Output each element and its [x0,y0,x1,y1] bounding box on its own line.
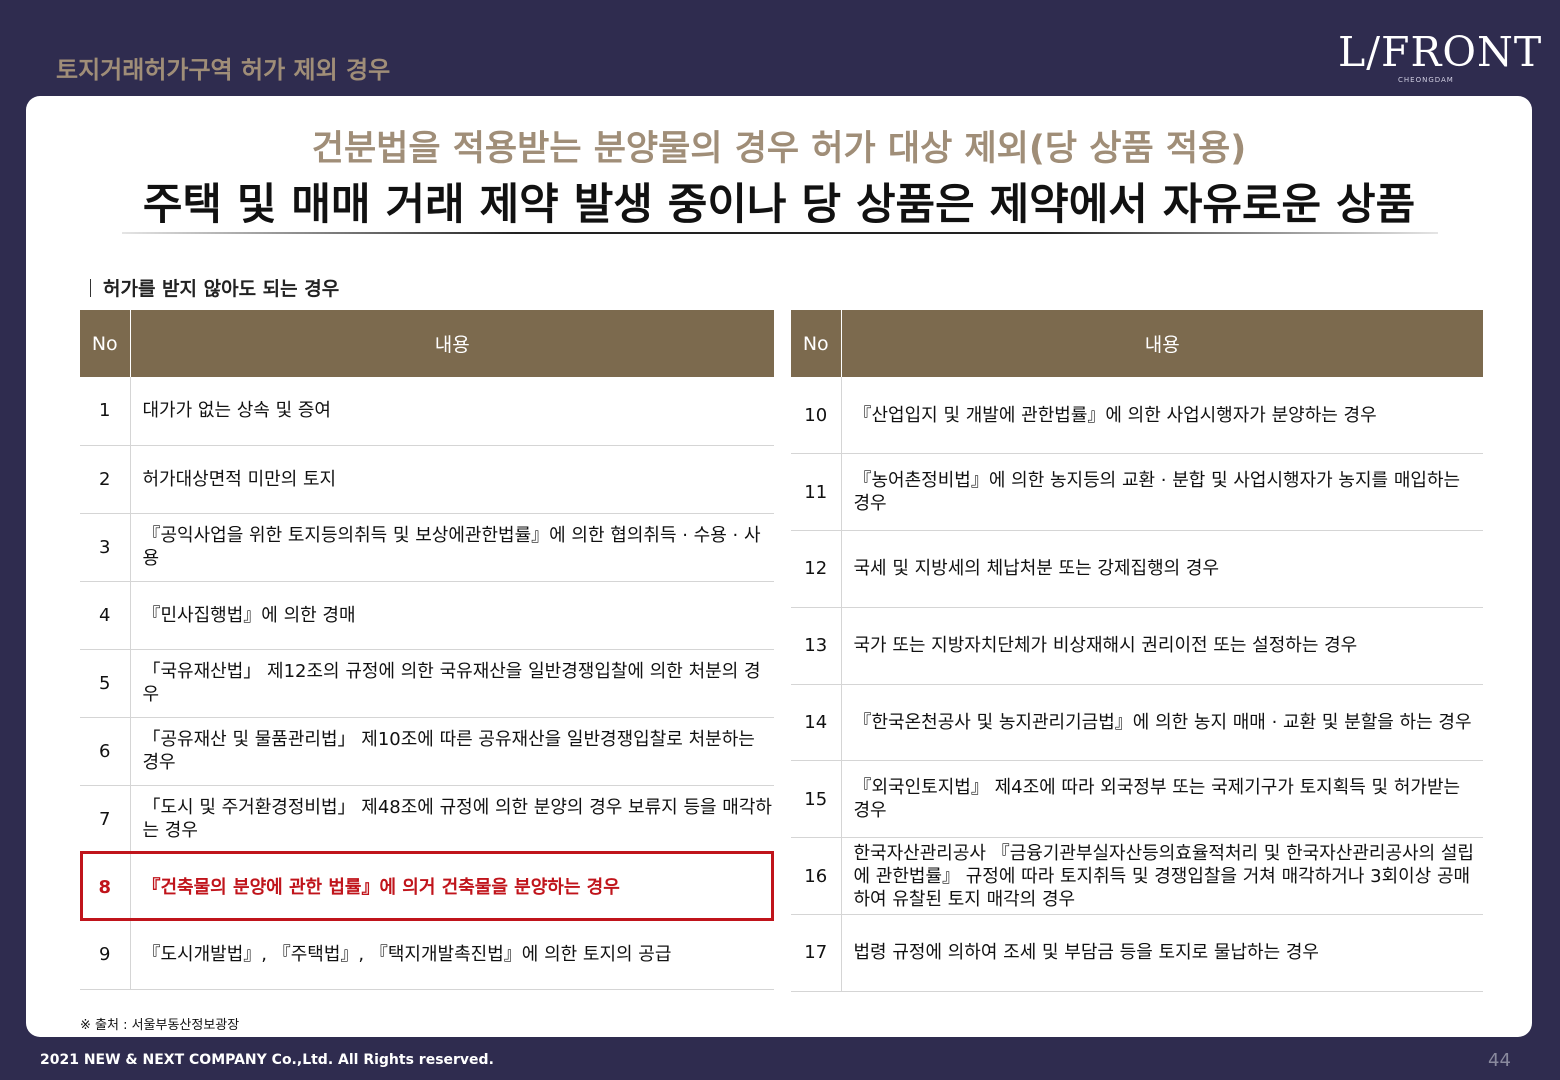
table-row: 5 「국유재산법」 제12조의 규정에 의한 국유재산을 일반경쟁입찰에 의한 처… [80,649,774,718]
row-content: 『건축물의 분양에 관한 법률』에 의거 건축물을 분양하는 경우 [142,876,620,898]
table-row: 6 「공유재산 및 물품관리법」 제10조에 따른 공유재산을 일반경쟁입찰로 처… [80,717,774,786]
header-no: No [80,310,131,377]
row-number: 5 [80,649,131,718]
row-content: 국가 또는 지방자치단체가 비상재해시 권리이전 또는 설정하는 경우 [841,607,1483,685]
brand-logo: L/FRONT CHEONGDAM [1338,28,1543,96]
table-row: 8 『건축물의 분양에 관한 법률』에 의거 건축물을 분양하는 경우 [80,853,774,921]
row-number: 17 [791,914,842,992]
row-content: 허가대상면적 미만의 토지 [130,445,774,514]
row-number: 15 [791,760,842,839]
row-number: 3 [80,513,131,582]
table-row: 10 『산업입지 및 개발에 관한법률』에 의한 사업시행자가 분양하는 경우 [791,377,1483,455]
table-header-row: No 내용 [791,310,1483,377]
row-number: 11 [791,453,842,532]
subtitle: 건분법을 적용받는 분양물의 경우 허가 대상 제외(당 상품 적용) [311,129,1247,169]
table-row: 16 한국자산관리공사 『금융기관부실자산등의효율적처리 및 한국자산관리공사의 … [791,837,1483,916]
logo-subtext: CHEONGDAM [1398,76,1454,84]
row-content: 「도시 및 주거환경정비법」 제48조에 규정에 의한 분양의 경우 보류지 등… [130,785,774,854]
row-content: 한국자산관리공사 『금융기관부실자산등의효율적처리 및 한국자산관리공사의 설립… [841,837,1483,916]
row-number: 1 [80,377,131,446]
table-row: 17 법령 규정에 의하여 조세 및 부담금 등을 토지로 물납하는 경우 [791,914,1483,992]
exemption-table-right: No 내용 10 『산업입지 및 개발에 관한법률』에 의한 사업시행자가 분양하… [791,310,1483,992]
table-row: 7 「도시 및 주거환경정비법」 제48조에 규정에 의한 분양의 경우 보류지 … [80,785,774,854]
table-row: 3 『공익사업을 위한 토지등의취득 및 보상에관한법률』에 의한 협의취득 · … [80,513,774,582]
table-section-label: 허가를 받지 않아도 되는 경우 [90,274,339,301]
table-row: 1 대가가 없는 상속 및 증여 [80,377,774,446]
row-number: 6 [80,717,131,786]
row-content: 『외국인토지법』 제4조에 따라 외국정부 또는 국제기구가 토지획득 및 허가… [841,760,1483,839]
table-header-row: No 내용 [80,310,774,377]
section-label-text: 허가를 받지 않아도 되는 경우 [103,278,340,300]
row-content: 『산업입지 및 개발에 관한법률』에 의한 사업시행자가 분양하는 경우 [841,377,1483,455]
row-content: 『공익사업을 위한 토지등의취득 및 보상에관한법률』에 의한 협의취득 · 수… [130,513,774,582]
table-row: 14 『한국온천공사 및 농지관리기금법』에 의한 농지 매매 · 교환 및 분할… [791,684,1483,762]
row-number: 9 [80,921,131,990]
section-title: 토지거래허가구역 허가 제외 경우 [56,56,391,84]
page-number: 44 [1488,1050,1511,1071]
label-bar [90,279,91,297]
row-number: 12 [791,530,842,608]
row-number: 2 [80,445,131,514]
table-row: 9 『도시개발법』, 『주택법』, 『택지개발촉진법』에 의한 토지의 공급 [80,921,774,990]
table-row: 11 『농어촌정비법』에 의한 농지등의 교환 · 분합 및 사업시행자가 농지를… [791,453,1483,532]
table-row: 13 국가 또는 지방자치단체가 비상재해시 권리이전 또는 설정하는 경우 [791,607,1483,685]
source-note: ※ 출처 : 서울부동산정보광장 [80,1018,240,1033]
row-content: 「공유재산 및 물품관리법」 제10조에 따른 공유재산을 일반경쟁입찰로 처분… [130,717,774,786]
row-number: 7 [80,785,131,854]
header-content: 내용 [130,310,774,377]
row-number: 14 [791,684,842,762]
logo-wordmark: L/FRONT [1338,28,1543,76]
row-content: 국세 및 지방세의 체납처분 또는 강제집행의 경우 [841,530,1483,608]
headline: 주택 및 매매 거래 제약 발생 중이나 당 상품은 제약에서 자유로운 상품 [142,180,1416,230]
content-card: 건분법을 적용받는 분양물의 경우 허가 대상 제외(당 상품 적용) 주택 및… [26,96,1532,1037]
row-number: 16 [791,837,842,916]
table-row: 4 『민사집행법』에 의한 경매 [80,581,774,650]
row-number: 13 [791,607,842,685]
table-row: 15 『외국인토지법』 제4조에 따라 외국정부 또는 국제기구가 토지획득 및 … [791,760,1483,839]
row-number: 4 [80,581,131,650]
row-content: 『민사집행법』에 의한 경매 [130,581,774,650]
row-number: 10 [791,377,842,455]
exemption-table-left: No 내용 1 대가가 없는 상속 및 증여 2 허가대상면적 미만의 토지 3 『공익사… [80,310,774,990]
table-row: 12 국세 및 지방세의 체납처분 또는 강제집행의 경우 [791,530,1483,608]
table-row: 2 허가대상면적 미만의 토지 [80,445,774,514]
row-content: 「국유재산법」 제12조의 규정에 의한 국유재산을 일반경쟁입찰에 의한 처분… [130,649,774,718]
row-content: 대가가 없는 상속 및 증여 [130,377,774,446]
row-content: 『한국온천공사 및 농지관리기금법』에 의한 농지 매매 · 교환 및 분할을 … [841,684,1483,762]
row-content: 『도시개발법』, 『주택법』, 『택지개발촉진법』에 의한 토지의 공급 [130,921,774,990]
row-number: 8 [80,853,131,921]
row-content: 『농어촌정비법』에 의한 농지등의 교환 · 분합 및 사업시행자가 농지를 매… [841,453,1483,532]
headline-divider [122,232,1438,234]
header-no: No [791,310,842,377]
header-content: 내용 [841,310,1483,377]
copyright: 2021 NEW & NEXT COMPANY Co.,Ltd. All Rig… [40,1052,494,1068]
row-content: 법령 규정에 의하여 조세 및 부담금 등을 토지로 물납하는 경우 [841,914,1483,992]
